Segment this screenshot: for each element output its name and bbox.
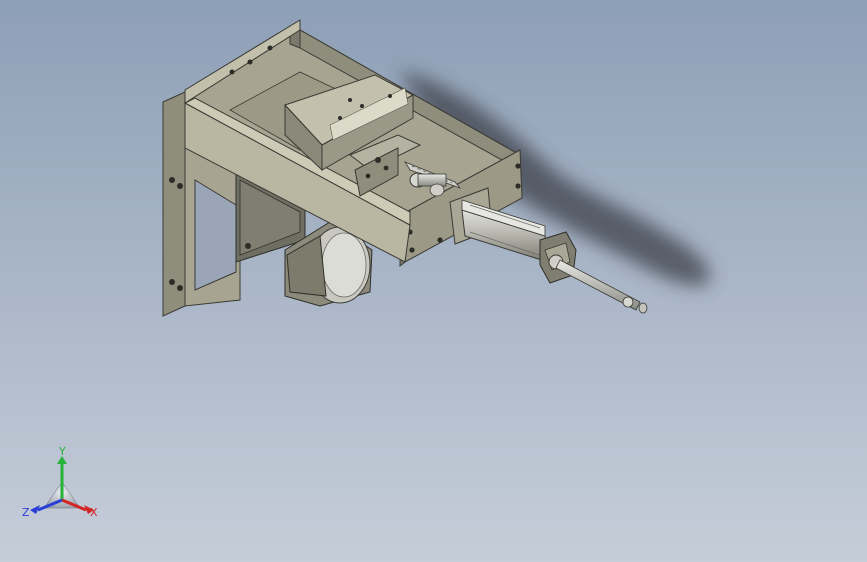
piston-rod[interactable] <box>555 259 648 314</box>
y-label: Y <box>58 446 66 458</box>
z-label: Z <box>22 506 30 519</box>
x-label: X <box>90 506 98 519</box>
graphics-viewport[interactable]: Y X Z <box>0 0 867 562</box>
cad-model[interactable] <box>0 0 867 562</box>
orientation-triad[interactable]: Y X Z <box>22 446 108 526</box>
